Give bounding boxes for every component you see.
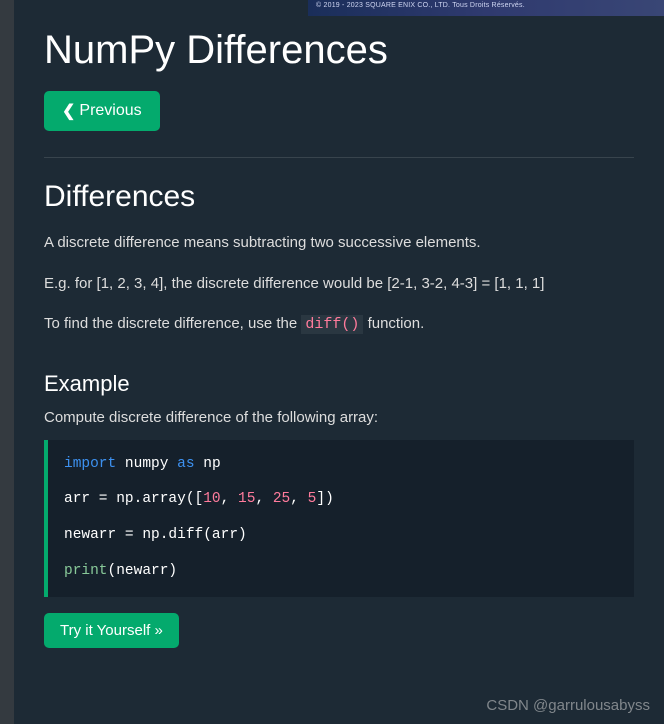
paragraph-3-pre: To find the discrete difference, use the bbox=[44, 315, 301, 332]
section-heading: Differences bbox=[44, 180, 634, 214]
example-desc: Compute discrete difference of the follo… bbox=[44, 409, 634, 426]
page-title: NumPy Differences bbox=[44, 28, 634, 73]
left-rail bbox=[0, 0, 14, 724]
previous-button-label: Previous bbox=[79, 102, 141, 120]
code-box: import numpy as np arr = np.array([10, 1… bbox=[44, 440, 634, 597]
main-content: © 2019 - 2023 SQUARE ENIX CO., LTD. Tous… bbox=[14, 0, 664, 724]
chevron-left-icon: ❮ bbox=[62, 101, 75, 121]
paragraph-2: E.g. for [1, 2, 3, 4], the discrete diff… bbox=[44, 273, 634, 296]
kw-as: as bbox=[177, 456, 194, 472]
paragraph-3: To find the discrete difference, use the… bbox=[44, 313, 634, 337]
kw-import: import bbox=[64, 456, 116, 472]
code-line-4: print(newarr) bbox=[64, 561, 618, 583]
code-line-3: newarr = np.diff(arr) bbox=[64, 525, 618, 547]
ad-banner[interactable]: © 2019 - 2023 SQUARE ENIX CO., LTD. Tous… bbox=[308, 0, 664, 16]
divider bbox=[44, 157, 634, 158]
code-line-1: import numpy as np bbox=[64, 454, 618, 476]
example-title: Example bbox=[44, 371, 634, 397]
try-button-label: Try it Yourself » bbox=[60, 622, 163, 639]
kw-print: print bbox=[64, 563, 108, 579]
paragraph-1: A discrete difference means subtracting … bbox=[44, 232, 634, 255]
ad-banner-text: © 2019 - 2023 SQUARE ENIX CO., LTD. Tous… bbox=[316, 2, 525, 9]
code-line-2: arr = np.array([10, 15, 25, 5]) bbox=[64, 489, 618, 511]
example-block: Example Compute discrete difference of t… bbox=[44, 371, 634, 648]
try-it-yourself-button[interactable]: Try it Yourself » bbox=[44, 613, 179, 648]
inline-code-diff: diff() bbox=[301, 315, 363, 334]
previous-button[interactable]: ❮ Previous bbox=[44, 91, 160, 131]
paragraph-3-post: function. bbox=[363, 315, 424, 332]
